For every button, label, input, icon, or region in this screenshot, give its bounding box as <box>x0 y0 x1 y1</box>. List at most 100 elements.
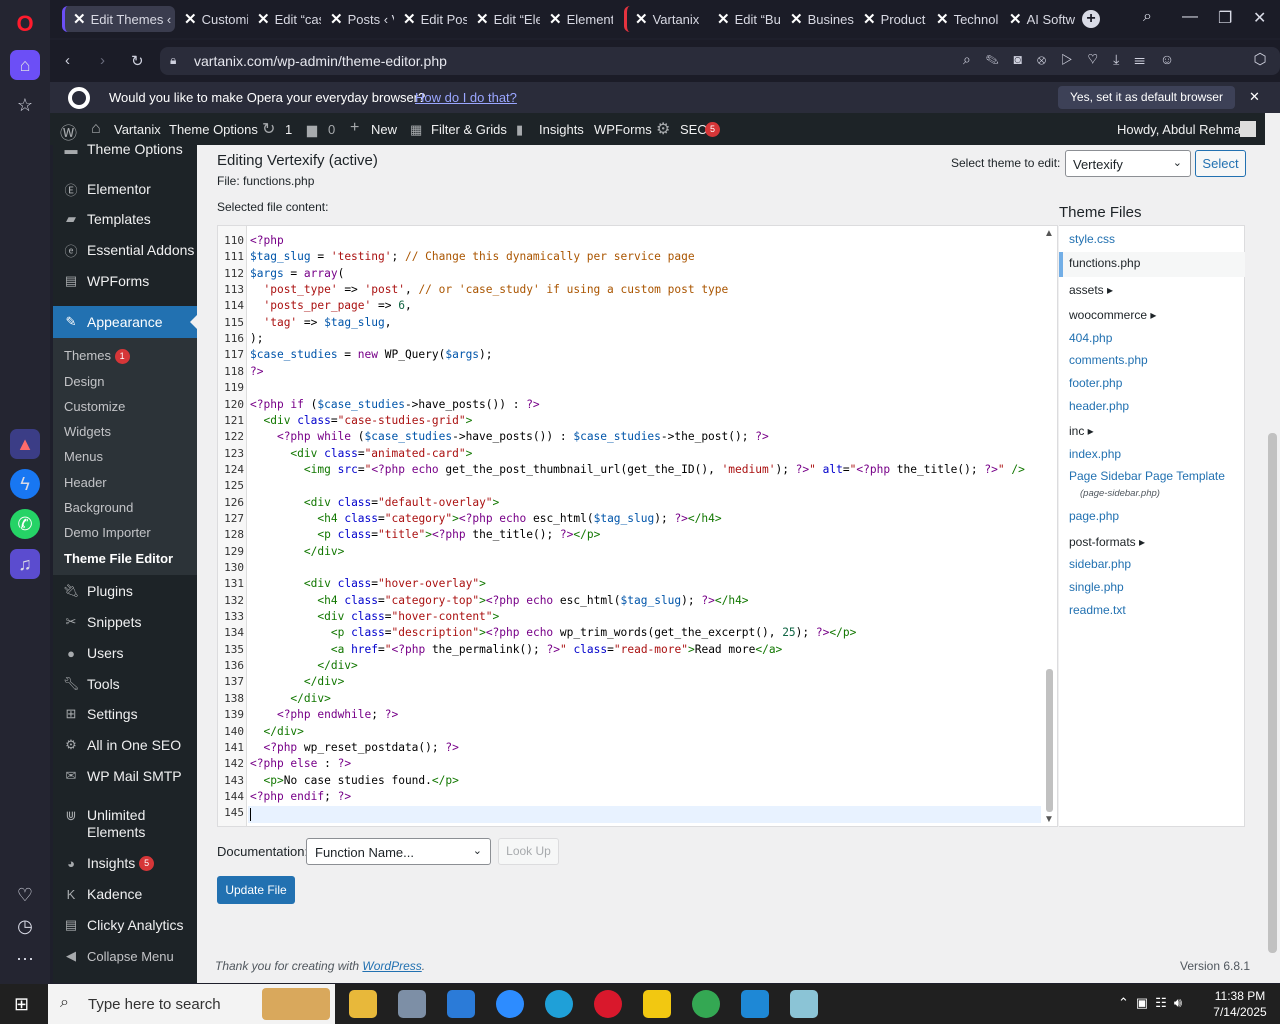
code-line[interactable]: <?php <box>250 234 284 247</box>
theme-file-link[interactable]: page.php <box>1069 509 1119 523</box>
submenu-customize[interactable]: Customize <box>64 399 125 414</box>
code-line[interactable]: </div> <box>250 659 357 672</box>
close-icon[interactable]: ✕ <box>403 10 416 28</box>
tab[interactable]: ✕ Edit “cas <box>249 6 321 32</box>
menu-elementor[interactable]: Ⓔ Elementor <box>53 174 197 204</box>
close-icon[interactable]: ✕ <box>936 10 949 28</box>
aria-icon[interactable]: ▲ <box>10 429 40 459</box>
close-icon[interactable]: ✕ <box>73 10 86 28</box>
infobar-link[interactable]: How do I do that? <box>415 90 517 105</box>
menu-kadence[interactable]: K Kadence <box>53 879 197 909</box>
extensions-icon[interactable]: ⬡ <box>1246 50 1274 72</box>
submenu-demo-importer[interactable]: Demo Importer <box>64 525 151 540</box>
code-line[interactable]: <p class="description"><?php echo wp_tri… <box>250 626 857 639</box>
app-icon[interactable] <box>447 990 475 1018</box>
submenu-menus[interactable]: Menus <box>64 449 103 464</box>
submenu-header[interactable]: Header <box>64 475 107 490</box>
tab[interactable]: ✕ Edit “Bu <box>709 6 781 32</box>
chrome-icon[interactable] <box>692 990 720 1018</box>
code-line[interactable]: <?php if ($case_studies->have_posts()) :… <box>250 398 540 411</box>
edge-icon[interactable] <box>545 990 573 1018</box>
theme-file-link[interactable]: footer.php <box>1069 376 1122 390</box>
code-line[interactable]: 'posts_per_page' => 6, <box>250 299 411 312</box>
tab[interactable]: ✕ Element <box>541 6 613 32</box>
code-line[interactable]: <h4 class="category-top"><?php echo esc_… <box>250 594 748 607</box>
theme-folder[interactable]: assets ▸ <box>1069 283 1113 297</box>
maximize-icon[interactable]: ❐ <box>1218 8 1232 28</box>
speed-dial-icon[interactable]: ☆ <box>10 90 40 120</box>
opera-logo-icon[interactable]: O <box>10 9 40 39</box>
theme-file-link[interactable]: 404.php <box>1069 331 1112 345</box>
theme-file-link[interactable]: functions.php <box>1069 256 1140 270</box>
tab[interactable]: ✕ Product <box>855 6 927 32</box>
theme-folder[interactable]: inc ▸ <box>1069 424 1094 438</box>
new-tab-icon[interactable]: + <box>1082 10 1100 28</box>
code-line[interactable]: ?> <box>250 365 263 378</box>
close-icon[interactable]: ✕ <box>549 10 562 28</box>
zoom-icon[interactable] <box>496 990 524 1018</box>
updates-icon[interactable]: ↻ <box>262 119 275 139</box>
code-editor[interactable]: 110 111 112 113 114 115 116 117 118 119 120 121 122 1… <box>217 225 1058 827</box>
tab[interactable]: ✕ Customi <box>176 6 248 32</box>
menu-insights[interactable]: ◕ Insights 5 <box>53 848 197 878</box>
close-icon[interactable]: ✕ <box>1009 10 1022 28</box>
code-line[interactable]: ); <box>250 332 263 345</box>
seo-gear-icon[interactable]: ⚙ <box>656 119 670 139</box>
updates-count[interactable]: 1 <box>285 122 292 137</box>
code-line[interactable]: <div class="animated-card"> <box>250 447 472 460</box>
submenu-widgets[interactable]: Widgets <box>64 424 111 439</box>
window-close-icon[interactable]: ✕ <box>1253 8 1266 28</box>
function-name-select[interactable]: Function Name... ⌄ <box>306 838 491 865</box>
file-explorer-icon[interactable] <box>349 990 377 1018</box>
code-line[interactable]: <div class="default-overlay"> <box>250 496 499 509</box>
submenu-theme-file-editor[interactable]: Theme File Editor <box>64 551 173 566</box>
more-icon[interactable]: ⋯ <box>10 944 40 974</box>
windows-start-icon[interactable]: ⊞ <box>14 994 29 1015</box>
select-theme-button[interactable]: Select <box>1195 150 1246 177</box>
set-default-button[interactable]: Yes, set it as default browser <box>1058 86 1235 109</box>
menu-clicky-analytics[interactable]: ▤ Clicky Analytics <box>53 910 197 940</box>
tab[interactable]: ✕ AI Softw <box>1001 6 1081 32</box>
close-icon[interactable]: ✕ <box>790 10 803 28</box>
theme-folder[interactable]: post-formats ▸ <box>1069 535 1145 549</box>
scroll-down-icon[interactable]: ▼ <box>1044 814 1054 825</box>
tab-edit-themes[interactable]: ✕ Edit Themes ‹ <box>62 6 175 32</box>
scroll-up-icon[interactable]: ▲ <box>1044 228 1054 239</box>
system-tray-icons[interactable]: ⌃▣☷🔊︎ <box>1118 995 1189 1011</box>
code-line[interactable]: $case_studies = new WP_Query($args); <box>250 348 493 361</box>
new-content-link[interactable]: New <box>371 122 397 137</box>
heart-icon[interactable]: ♡ <box>10 880 40 910</box>
menu-essential-addons[interactable]: ⓔ Essential Addons <box>53 235 197 265</box>
code-line[interactable]: <?php endwhile; ?> <box>250 708 398 721</box>
taskbar-search[interactable]: ⌕ Type here to search <box>48 984 335 1024</box>
theme-file-link[interactable]: style.css <box>1069 232 1115 246</box>
menu-wp-mail-smtp[interactable]: ✉ WP Mail SMTP <box>53 761 197 791</box>
menu-theme-options[interactable]: ▬ Theme Options <box>53 134 197 164</box>
history-icon[interactable]: ◷ <box>10 911 40 941</box>
code-line[interactable]: <div class="case-studies-grid"> <box>250 414 472 427</box>
update-file-button[interactable]: Update File <box>217 876 295 904</box>
menu-templates[interactable]: ▰ Templates <box>53 204 197 234</box>
theme-file-link[interactable]: sidebar.php <box>1069 557 1131 571</box>
music-player-icon[interactable]: ♫ <box>10 549 40 579</box>
code-line[interactable]: 'tag' => $tag_slug, <box>250 316 391 329</box>
tab[interactable]: ✕ Edit “Ele <box>468 6 540 32</box>
search-tabs-icon[interactable]: ⌕ <box>1143 8 1152 26</box>
code-line[interactable]: <img src="<?php echo get_the_post_thumbn… <box>250 463 1025 476</box>
back-icon[interactable]: ‹ <box>65 52 70 69</box>
code-line[interactable]: <?php else : ?> <box>250 757 351 770</box>
tab[interactable]: ✕ Edit Pos <box>395 6 467 32</box>
theme-select[interactable]: Vertexify ⌄ <box>1065 150 1191 177</box>
close-icon[interactable]: ✕ <box>717 10 730 28</box>
code-line[interactable]: <a href="<?php the_permalink(); ?>" clas… <box>250 643 782 656</box>
grid-icon[interactable]: ▦ <box>410 122 422 138</box>
submenu-background[interactable]: Background <box>64 500 133 515</box>
collapse-menu[interactable]: ◀ Collapse Menu <box>53 941 197 971</box>
comments-count[interactable]: 0 <box>328 122 335 137</box>
app-icon[interactable] <box>790 990 818 1018</box>
user-greeting[interactable]: Howdy, Abdul Rehman <box>1117 122 1248 137</box>
code-line[interactable]: <?php while ($case_studies->have_posts()… <box>250 430 769 443</box>
tab[interactable]: ✕ Technol <box>928 6 1000 32</box>
avatar[interactable] <box>1240 121 1256 137</box>
code-line[interactable]: </div> <box>250 545 344 558</box>
